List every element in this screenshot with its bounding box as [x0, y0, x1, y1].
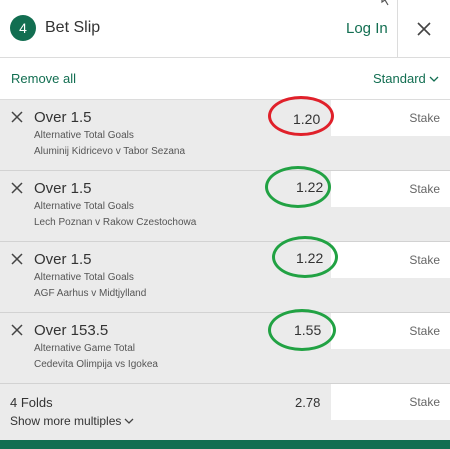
multiples-section: 4 Folds 2.78 Stake Show more multiples: [0, 384, 450, 440]
chevron-down-icon: [124, 418, 134, 425]
market-name: Alternative Total Goals: [34, 130, 134, 141]
odds-annotation-circle: [268, 309, 336, 351]
stake-input[interactable]: Stake: [331, 313, 450, 349]
stake-placeholder: Stake: [409, 395, 440, 409]
odds-annotation-circle: [268, 96, 334, 136]
bet-type-label: Standard: [373, 71, 426, 86]
event-name: Lech Poznan v Rakow Czestochowa: [34, 217, 197, 228]
remove-selection-icon[interactable]: [10, 252, 24, 266]
odds-annotation-circle: [265, 166, 331, 208]
show-more-label: Show more multiples: [10, 414, 122, 428]
selection-name: Over 1.5: [34, 109, 92, 126]
selection-name: Over 153.5: [34, 322, 109, 339]
selection-count-badge: 4: [10, 15, 36, 41]
place-bet-bar[interactable]: [0, 440, 450, 449]
stake-input[interactable]: Stake: [331, 171, 450, 207]
close-button[interactable]: [397, 0, 450, 58]
market-name: Alternative Game Total: [34, 343, 135, 354]
stake-placeholder: Stake: [409, 111, 440, 125]
folds-odds: 2.78: [295, 395, 321, 410]
selection-name: Over 1.5: [34, 251, 92, 268]
bet-row: Over 1.5 Alternative Total Goals Lech Po…: [0, 166, 450, 242]
bet-row: Over 1.5 Alternative Total Goals AGF Aar…: [0, 236, 450, 313]
remove-selection-icon[interactable]: [10, 181, 24, 195]
bet-slip-title: Bet Slip: [45, 19, 101, 36]
bet-slip-toolbar: Remove all Standard: [0, 58, 450, 100]
stake-input[interactable]: Stake: [331, 100, 450, 136]
event-name: AGF Aarhus v Midtjylland: [34, 288, 147, 299]
stake-placeholder: Stake: [409, 253, 440, 267]
login-link[interactable]: Log In: [346, 20, 388, 37]
market-name: Alternative Total Goals: [34, 272, 134, 283]
odds-annotation-circle: [272, 236, 338, 278]
stake-input[interactable]: Stake: [331, 242, 450, 278]
chevron-down-icon: [429, 76, 439, 82]
event-name: Cedevita Olimpija vs Igokea: [34, 359, 158, 370]
selection-name: Over 1.5: [34, 180, 92, 197]
folds-label: 4 Folds: [10, 395, 53, 410]
show-more-multiples-link[interactable]: Show more multiples: [10, 414, 134, 428]
remove-selection-icon[interactable]: [10, 110, 24, 124]
bet-slip-header: 4 Bet Slip Log In: [0, 0, 450, 58]
bet-row: Over 153.5 Alternative Game Total Cedevi…: [0, 309, 450, 384]
bet-type-dropdown[interactable]: Standard: [373, 71, 439, 86]
bet-row: Over 1.5 Alternative Total Goals Alumini…: [0, 96, 450, 171]
stake-placeholder: Stake: [409, 182, 440, 196]
remove-all-link[interactable]: Remove all: [11, 71, 76, 86]
remove-selection-icon[interactable]: [10, 323, 24, 337]
stake-placeholder: Stake: [409, 324, 440, 338]
event-name: Aluminij Kidricevo v Tabor Sezana: [34, 146, 186, 157]
mouse-cursor-icon: [381, 0, 389, 6]
folds-stake-input[interactable]: Stake: [331, 384, 450, 420]
close-icon: [417, 22, 431, 36]
market-name: Alternative Total Goals: [34, 201, 134, 212]
